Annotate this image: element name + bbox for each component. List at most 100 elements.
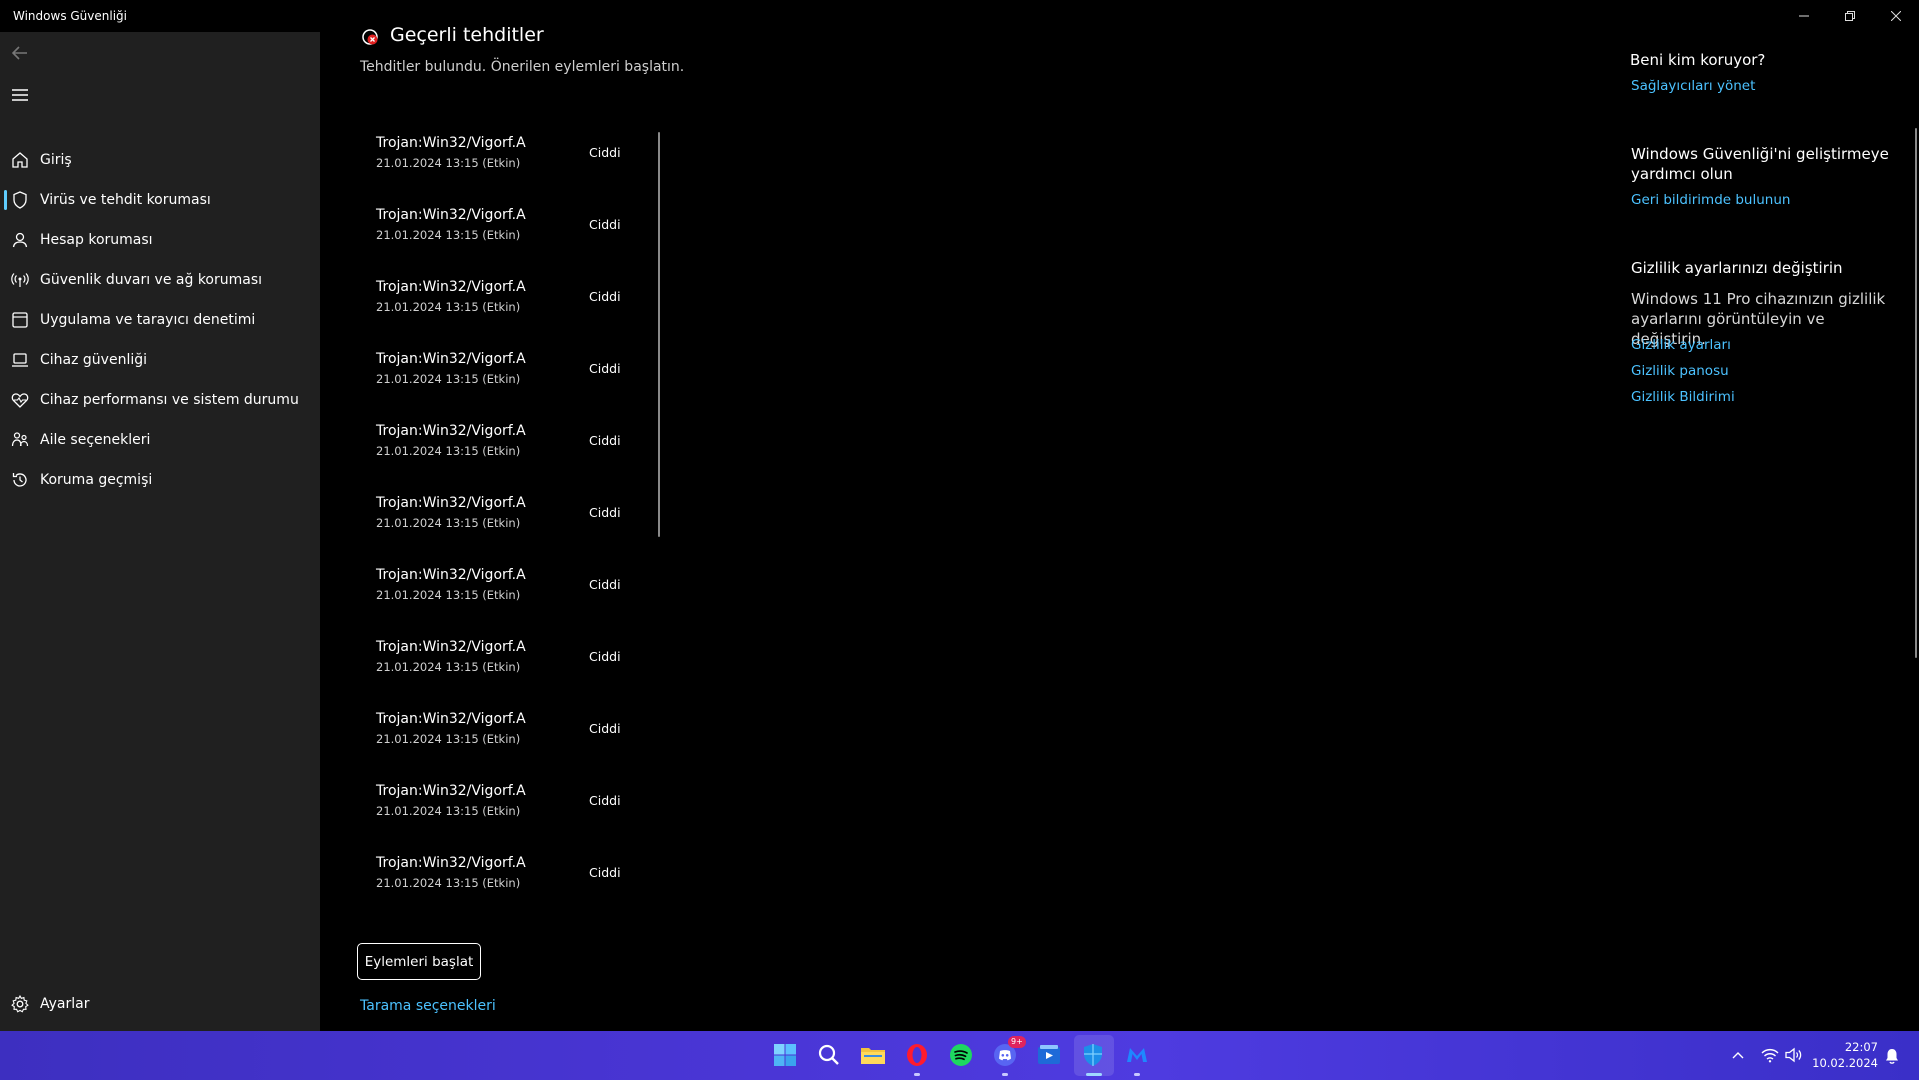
restore-icon [1845,11,1855,21]
privacy-dashboard-link[interactable]: Gizlilik panosu [1631,363,1729,379]
search-button[interactable] [815,1041,843,1069]
app-window-icon [12,312,28,328]
threat-row[interactable]: Trojan:Win32/Vigorf.A 21.01.2024 13:15 (E… [376,567,696,629]
sidebar: Giriş Virüs ve tehdit koruması Hesap kor… [0,32,320,1031]
malwarebytes-running-indicator [1134,1073,1140,1076]
privacy-statement-link[interactable]: Gizlilik Bildirimi [1631,389,1735,405]
threat-row[interactable]: Trojan:Win32/Vigorf.A 21.01.2024 13:15 (E… [376,279,696,341]
opera-button[interactable] [903,1041,931,1069]
minimize-button[interactable] [1781,0,1827,32]
threat-severity: Ciddi [589,145,621,160]
improve-heading: Windows Güvenliği'ni geliştirmeye yardım… [1631,145,1889,183]
sidebar-item-account-protection[interactable]: Hesap koruması [0,220,320,260]
start-button[interactable] [771,1041,799,1069]
sidebar-item-label: Uygulama ve tarayıcı denetimi [40,312,256,328]
privacy-heading: Gizlilik ayarlarınızı değiştirin [1631,259,1843,277]
windows-security-icon [1084,1044,1102,1066]
history-icon [12,473,27,487]
sidebar-item-protection-history[interactable]: Koruma geçmişi [0,460,320,500]
threat-row[interactable]: Trojan:Win32/Vigorf.A 21.01.2024 13:15 (E… [376,207,696,269]
threat-severity: Ciddi [589,865,621,880]
threat-date: 21.01.2024 13:15 (Etkin) [376,372,521,386]
shield-icon [13,191,27,209]
main-scrollbar[interactable] [1915,128,1917,658]
clock-time: 22:07 [1844,1040,1878,1054]
start-actions-button[interactable]: Eylemleri başlat [357,943,481,980]
home-icon [12,152,28,168]
threat-row[interactable]: Trojan:Win32/Vigorf.A 21.01.2024 13:15 (E… [376,711,696,773]
close-button[interactable] [1873,0,1919,32]
hamburger-menu-icon[interactable] [9,84,31,106]
malwarebytes-icon [1127,1048,1147,1062]
sidebar-item-family-options[interactable]: Aile seçenekleri [0,420,320,460]
malwarebytes-button[interactable] [1123,1041,1151,1069]
discord-running-indicator [1002,1073,1008,1076]
file-explorer-icon [861,1048,885,1064]
threat-severity: Ciddi [589,217,621,232]
threat-date: 21.01.2024 13:15 (Etkin) [376,876,521,890]
threat-row[interactable]: Trojan:Win32/Vigorf.A 21.01.2024 13:15 (E… [376,855,696,917]
threat-warning-icon [362,29,378,45]
sidebar-item-device-performance[interactable]: Cihaz performansı ve sistem durumu [0,380,320,420]
sidebar-item-label: Cihaz güvenliği [40,352,148,368]
chevron-up-icon[interactable] [1732,1050,1744,1060]
sidebar-item-home[interactable]: Giriş [0,140,320,180]
threat-date: 21.01.2024 13:15 (Etkin) [376,660,521,674]
clock-date: 10.02.2024 [1812,1056,1878,1070]
clock[interactable]: 22:07 10.02.2024 [1812,1039,1878,1071]
threat-severity: Ciddi [589,577,621,592]
sidebar-item-settings[interactable]: Ayarlar [0,984,320,1024]
discord-notification-badge: 9+ [1008,1036,1026,1048]
scan-options-link[interactable]: Tarama seçenekleri [360,998,496,1014]
windows-security-button[interactable] [1079,1041,1107,1069]
heart-pulse-icon [11,393,29,408]
person-icon [12,232,28,248]
threat-date: 21.01.2024 13:15 (Etkin) [376,156,521,170]
volume-icon[interactable] [1785,1047,1803,1063]
threat-row[interactable]: Trojan:Win32/Vigorf.A 21.01.2024 13:15 (E… [376,351,696,413]
wifi-icon[interactable] [1761,1047,1779,1063]
spotify-button[interactable] [947,1041,975,1069]
back-arrow-icon[interactable] [9,42,31,64]
section-title: Geçerli tehditler [390,24,544,46]
sidebar-item-label: Aile seçenekleri [40,432,151,448]
threat-severity: Ciddi [589,649,621,664]
opera-icon [907,1044,927,1066]
threat-row[interactable]: Trojan:Win32/Vigorf.A 21.01.2024 13:15 (E… [376,639,696,701]
sidebar-item-label: Ayarlar [40,996,90,1012]
threat-date: 21.01.2024 13:15 (Etkin) [376,588,521,602]
video-editor-button[interactable] [1035,1041,1063,1069]
who-protects-heading: Beni kim koruyor? [1630,51,1766,69]
give-feedback-link[interactable]: Geri bildirimde bulunun [1631,192,1790,208]
app-title: Windows Güvenliği [13,9,127,23]
threat-severity: Ciddi [589,793,621,808]
taskbar: 9+ 22:07 10.02.2024 [0,1031,1919,1080]
threat-row[interactable]: Trojan:Win32/Vigorf.A 21.01.2024 13:15 (E… [376,783,696,845]
threat-date: 21.01.2024 13:15 (Etkin) [376,516,521,530]
threat-row[interactable]: Trojan:Win32/Vigorf.A 21.01.2024 13:15 (E… [376,495,696,557]
family-icon [11,432,29,447]
threat-severity: Ciddi [589,721,621,736]
restore-button[interactable] [1827,0,1873,32]
sidebar-item-label: Virüs ve tehdit koruması [40,192,211,208]
threat-name: Trojan:Win32/Vigorf.A [376,495,526,511]
threat-list-scrollbar[interactable] [658,132,660,537]
threat-name: Trojan:Win32/Vigorf.A [376,783,526,799]
video-editor-icon [1038,1045,1060,1064]
sidebar-item-app-browser-control[interactable]: Uygulama ve tarayıcı denetimi [0,300,320,340]
sidebar-item-device-security[interactable]: Cihaz güvenliği [0,340,320,380]
discord-button[interactable]: 9+ [991,1036,1026,1069]
sidebar-item-virus-protection[interactable]: Virüs ve tehdit koruması [0,180,320,220]
threat-name: Trojan:Win32/Vigorf.A [376,639,526,655]
threat-date: 21.01.2024 13:15 (Etkin) [376,228,521,242]
notification-bell-icon[interactable] [1884,1047,1900,1065]
manage-providers-link[interactable]: Sağlayıcıları yönet [1631,78,1755,94]
threat-row[interactable]: Trojan:Win32/Vigorf.A 21.01.2024 13:15 (E… [376,423,696,485]
windows-security-active-indicator [1086,1073,1102,1076]
threat-row[interactable]: Trojan:Win32/Vigorf.A 21.01.2024 13:15 (E… [376,135,696,197]
privacy-settings-link[interactable]: Gizlilik ayarları [1631,337,1731,353]
sidebar-item-label: Hesap koruması [40,232,153,248]
threat-severity: Ciddi [589,289,621,304]
file-explorer-button[interactable] [859,1041,887,1069]
sidebar-item-firewall[interactable]: Güvenlik duvarı ve ağ koruması [0,260,320,300]
